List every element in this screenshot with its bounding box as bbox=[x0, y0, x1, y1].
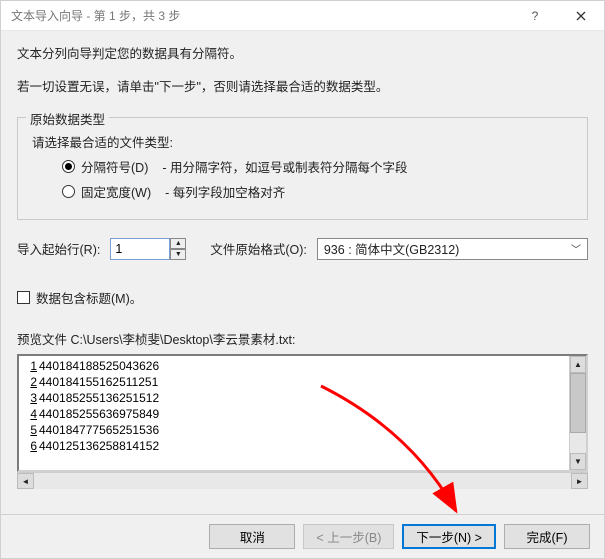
preview-row: 6440125136258814152 bbox=[19, 438, 569, 454]
next-button[interactable]: 下一步(N) > bbox=[402, 524, 496, 549]
help-button[interactable]: ? bbox=[512, 1, 558, 31]
intro-line-2: 若一切设置无误，请单击"下一步"，否则请选择最合适的数据类型。 bbox=[17, 78, 588, 97]
radio-delimited-label: 分隔符号(D) bbox=[81, 157, 148, 176]
radio-fixed-desc: - 每列字段加空格对齐 bbox=[165, 182, 285, 201]
scroll-down-icon[interactable]: ▼ bbox=[570, 453, 586, 470]
preview-row: 3440185255136251512 bbox=[19, 390, 569, 406]
preview-horizontal-scrollbar[interactable]: ◄ ► bbox=[17, 472, 588, 489]
preview-row: 5440184777565251536 bbox=[19, 422, 569, 438]
scroll-right-icon[interactable]: ► bbox=[571, 473, 588, 489]
chevron-down-icon: ﹀ bbox=[571, 241, 581, 256]
preview-label: 预览文件 C:\Users\李桢斐\Desktop\李云景素材.txt: bbox=[17, 329, 588, 348]
group-subtitle: 请选择最合适的文件类型: bbox=[32, 132, 573, 151]
dialog-footer: 取消 < 上一步(B) 下一步(N) > 完成(F) bbox=[1, 514, 604, 558]
headers-checkbox-row[interactable]: 数据包含标题(M)。 bbox=[17, 288, 588, 307]
start-row-label: 导入起始行(R): bbox=[17, 239, 100, 258]
preview-vertical-scrollbar[interactable]: ▲ ▼ bbox=[569, 356, 586, 470]
original-data-type-group: 原始数据类型 请选择最合适的文件类型: 分隔符号(D) - 用分隔字符，如逗号或… bbox=[17, 117, 588, 220]
file-origin-combo[interactable]: 936 : 简体中文(GB2312) ﹀ bbox=[317, 238, 588, 260]
start-row-input[interactable] bbox=[110, 238, 170, 260]
preview-box: 1440184188525043626 2440184155162511251 … bbox=[17, 354, 588, 472]
start-row-spinner[interactable]: ▲ ▼ bbox=[110, 238, 186, 260]
start-row-line: 导入起始行(R): ▲ ▼ 文件原始格式(O): 936 : 简体中文(GB23… bbox=[17, 238, 588, 260]
scroll-thumb[interactable] bbox=[570, 373, 586, 433]
group-title: 原始数据类型 bbox=[26, 109, 109, 128]
radio-fixed-row[interactable]: 固定宽度(W) - 每列字段加空格对齐 bbox=[62, 182, 573, 201]
preview-content: 1440184188525043626 2440184155162511251 … bbox=[19, 356, 569, 470]
text-import-wizard-dialog: 文本导入向导 - 第 1 步，共 3 步 ? 文本分列向导判定您的数据具有分隔符… bbox=[0, 0, 605, 559]
titlebar: 文本导入向导 - 第 1 步，共 3 步 ? bbox=[1, 1, 604, 31]
spinner-down-icon[interactable]: ▼ bbox=[170, 249, 186, 260]
finish-button[interactable]: 完成(F) bbox=[504, 524, 590, 549]
headers-label: 数据包含标题(M)。 bbox=[36, 288, 142, 307]
intro-line-1: 文本分列向导判定您的数据具有分隔符。 bbox=[17, 45, 588, 64]
close-button[interactable] bbox=[558, 1, 604, 31]
cancel-button[interactable]: 取消 bbox=[209, 524, 295, 549]
radio-delimited[interactable] bbox=[62, 160, 75, 173]
radio-delimited-desc: - 用分隔字符，如逗号或制表符分隔每个字段 bbox=[162, 157, 407, 176]
scroll-left-icon[interactable]: ◄ bbox=[17, 473, 34, 489]
preview-row: 4440185255636975849 bbox=[19, 406, 569, 422]
preview-row: 2440184155162511251 bbox=[19, 374, 569, 390]
radio-fixed-label: 固定宽度(W) bbox=[81, 182, 151, 201]
headers-checkbox[interactable] bbox=[17, 291, 30, 304]
back-button[interactable]: < 上一步(B) bbox=[303, 524, 394, 549]
spinner-up-icon[interactable]: ▲ bbox=[170, 238, 186, 249]
radio-delimited-row[interactable]: 分隔符号(D) - 用分隔字符，如逗号或制表符分隔每个字段 bbox=[62, 157, 573, 176]
file-origin-label: 文件原始格式(O): bbox=[210, 239, 307, 258]
dialog-title: 文本导入向导 - 第 1 步，共 3 步 bbox=[11, 7, 512, 24]
radio-fixed-width[interactable] bbox=[62, 185, 75, 198]
preview-row: 1440184188525043626 bbox=[19, 358, 569, 374]
scroll-up-icon[interactable]: ▲ bbox=[570, 356, 586, 373]
file-origin-value: 936 : 简体中文(GB2312) bbox=[324, 239, 459, 258]
dialog-body: 文本分列向导判定您的数据具有分隔符。 若一切设置无误，请单击"下一步"，否则请选… bbox=[1, 31, 604, 514]
